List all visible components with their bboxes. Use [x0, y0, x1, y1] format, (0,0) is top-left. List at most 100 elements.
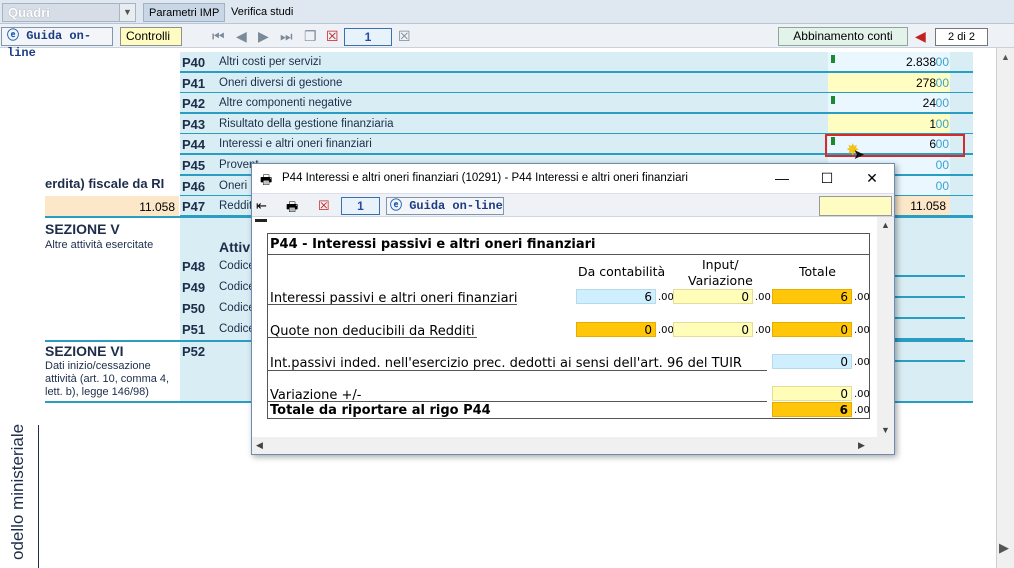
row-value: 11.058: [910, 199, 946, 214]
sezione-vi-subtitle-2: attività (art. 10, comma 4,: [45, 373, 170, 385]
next-page-icon[interactable]: ▶: [258, 29, 269, 43]
dialog-guida-label: Guida on-line: [409, 199, 503, 213]
quote-contabilita-field[interactable]: 0: [576, 322, 656, 337]
interessi-variazione-field[interactable]: 0: [673, 289, 753, 304]
prev-page-icon[interactable]: ◀: [236, 29, 247, 43]
close-icon[interactable]: ✕: [862, 169, 882, 187]
divider: [267, 233, 268, 418]
cents-label: .00: [658, 292, 674, 303]
quadri-select[interactable]: Quadri ▼: [2, 3, 136, 22]
form-row: P42 Altre componenti negative 24 00: [180, 93, 973, 115]
scroll-right-icon[interactable]: ▶: [858, 440, 865, 451]
guida-online-button[interactable]: ⓔ Guida on-line: [1, 27, 113, 60]
tab-verifica-studi[interactable]: Verifica studi: [226, 3, 298, 22]
page-count: 2 di 2: [935, 28, 988, 46]
quadri-value: Quadri: [8, 5, 50, 20]
divider: [255, 219, 267, 222]
row-description: Altre componenti negative: [219, 97, 352, 110]
dialog-titlebar[interactable]: 🖶 P44 Interessi e altri oneri finanziari…: [252, 164, 894, 193]
cents-label: .00: [854, 292, 870, 303]
vertical-scrollbar[interactable]: ▲: [996, 48, 1014, 568]
sezione-v-title: SEZIONE V: [45, 221, 120, 237]
form-row: P40 Altri costi per servizi 2.838 00: [180, 52, 973, 73]
row-code: P40: [182, 55, 206, 70]
dialog-vertical-scrollbar[interactable]: ▲ ▼: [877, 217, 894, 454]
first-page-icon[interactable]: ⏮: [212, 29, 225, 43]
row-code: P44: [182, 137, 206, 153]
mouse-cursor-icon: ➤: [853, 146, 865, 162]
abbinamento-conti-button[interactable]: Abbinamento conti: [778, 27, 908, 46]
flag-icon: [831, 96, 835, 105]
row-value-field[interactable]: 24 00: [828, 93, 950, 113]
row-code: P47: [182, 199, 206, 215]
scroll-up-icon[interactable]: ▲: [881, 220, 890, 230]
sezione-v-subtitle: Altre attività esercitate: [45, 239, 154, 251]
row-code: P50: [182, 301, 206, 316]
chevron-down-icon[interactable]: ▼: [119, 4, 135, 21]
cents-label: .00: [854, 325, 870, 336]
scroll-left-icon[interactable]: ◀: [256, 440, 263, 451]
delete-page-icon[interactable]: ☒: [326, 29, 339, 43]
last-page-icon[interactable]: ⏭: [280, 29, 293, 43]
row-cents: 00: [935, 75, 949, 90]
modello-ministeriale-label: odello ministeriale: [8, 423, 27, 560]
int-passivi-indeducibili-label: Int.passivi inded. nell'esercizio prec. …: [270, 356, 742, 371]
page-number-field[interactable]: 1: [344, 28, 392, 46]
sezione-vi-title: SEZIONE VI: [45, 343, 124, 359]
page-back-icon[interactable]: ◀: [915, 29, 926, 43]
row-value-field[interactable]: 1 00: [828, 113, 950, 133]
row-value-field[interactable]: 2.838 00: [828, 52, 950, 71]
top-bar: Quadri ▼ Parametri IMP Verifica studi: [0, 0, 1014, 24]
delete-icon[interactable]: ☒: [318, 198, 330, 214]
quote-variazione-field[interactable]: 0: [673, 322, 753, 337]
row-code: P51: [182, 322, 206, 337]
row-cents: 00: [935, 96, 949, 111]
form-row: P43 Risultato della gestione finanziaria 1…: [180, 113, 973, 135]
attivita-heading: Attiv: [219, 239, 251, 255]
divider: [869, 233, 870, 418]
row-description: Oneri diversi di gestione: [219, 76, 343, 89]
tab-parametri-imp[interactable]: Parametri IMP: [143, 3, 226, 22]
cents-label: .00: [854, 389, 870, 400]
divider: [895, 275, 965, 277]
scroll-up-icon[interactable]: ▲: [1001, 52, 1010, 62]
divider: [895, 296, 965, 298]
row-description: Oneri: [219, 179, 248, 192]
col-header-input: Input/: [702, 257, 739, 272]
scroll-right-icon[interactable]: ▶: [999, 540, 1009, 556]
cents-label: .00: [854, 357, 870, 368]
exit-icon[interactable]: ⇤: [256, 198, 267, 214]
minimize-icon[interactable]: —: [772, 169, 792, 187]
dialog-notes-field[interactable]: [819, 196, 892, 216]
int-passivi-totale-field[interactable]: 0: [772, 354, 852, 369]
variazione-totale-field[interactable]: 0: [772, 386, 852, 401]
interessi-contabilita-field[interactable]: 6: [576, 289, 656, 304]
dialog-page-number[interactable]: 1: [341, 197, 380, 215]
divider: [267, 418, 870, 419]
form-row: P41 Oneri diversi di gestione 278 00: [180, 72, 973, 94]
scroll-down-icon[interactable]: ▼: [881, 425, 890, 435]
copy-page-icon[interactable]: ❐: [304, 29, 317, 43]
row-description: Codice: [219, 260, 255, 272]
row-description: Risultato della gestione finanziaria: [219, 117, 394, 130]
row-description: Codice: [219, 302, 255, 314]
row-description: Codice: [219, 323, 255, 335]
row-description: Interessi e altri oneri finanziari: [219, 138, 372, 151]
delete-disabled-icon: ☒: [398, 28, 411, 44]
toolbar: ⓔ Guida on-line Controlli ⏮ ◀ ▶ ⏭ ❐ ☒ 1 …: [0, 24, 1014, 60]
row-value: 2.838: [905, 55, 936, 69]
dialog-guida-online-button[interactable]: ⓔ Guida on-line: [386, 197, 504, 215]
perdita-value-field[interactable]: 11.058: [45, 196, 179, 217]
row-value-field[interactable]: 278 00: [828, 72, 950, 92]
divider: [895, 360, 965, 362]
col-header-contabilita: Da contabilità: [578, 264, 666, 279]
dialog-toolbar: ⇤ 🖶 ☒ 1 ⓔ Guida on-line: [252, 193, 894, 217]
printer-icon[interactable]: 🖶: [286, 198, 298, 220]
dialog-heading: P44 - Interessi passivi e altri oneri fi…: [270, 237, 596, 252]
maximize-icon[interactable]: ☐: [817, 169, 837, 187]
ie-icon: ⓔ: [7, 29, 20, 43]
divider: [267, 401, 767, 402]
dialog-horizontal-scrollbar[interactable]: ◀ ▶: [252, 437, 877, 454]
row-code: P45: [182, 158, 206, 173]
controlli-button[interactable]: Controlli: [120, 27, 182, 46]
